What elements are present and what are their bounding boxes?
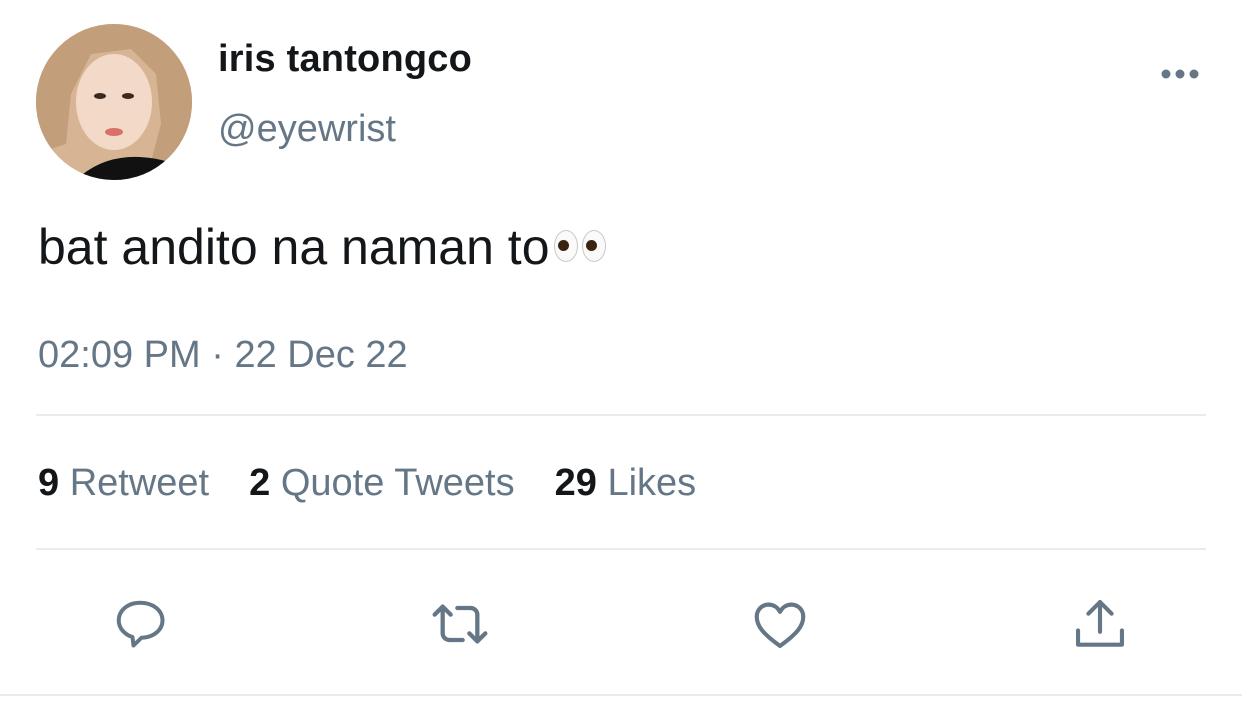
tweet-text: bat andito na naman to xyxy=(38,218,606,276)
reply-icon xyxy=(116,600,165,648)
tweet-stats: 9 Retweet 2 Quote Tweets 29 Likes xyxy=(38,462,736,505)
tweet-time: 02:09 PM xyxy=(38,334,201,376)
tweet-timestamp[interactable]: 02:09 PM · 22 Dec 22 xyxy=(38,334,408,377)
tweet-text-body: bat andito na naman to xyxy=(38,219,550,275)
like-icon xyxy=(754,602,806,649)
quote-tweets-link[interactable]: 2 Quote Tweets xyxy=(249,462,514,505)
likes-link[interactable]: 29 Likes xyxy=(555,462,697,505)
share-button[interactable] xyxy=(1068,592,1132,656)
retweet-icon xyxy=(432,604,488,644)
divider xyxy=(0,694,1242,696)
tweet-date: 22 Dec 22 xyxy=(234,334,408,376)
share-icon xyxy=(1075,599,1125,647)
retweet-label: Retweet xyxy=(69,462,210,504)
like-button[interactable] xyxy=(748,592,812,656)
timestamp-separator: · xyxy=(211,334,224,376)
eyes-emoji-icon xyxy=(553,230,606,262)
quote-tweets-label: Quote Tweets xyxy=(280,462,515,504)
reply-button[interactable] xyxy=(108,592,172,656)
more-options-button[interactable] xyxy=(1152,56,1208,92)
author-handle[interactable]: @eyewrist xyxy=(218,108,396,151)
more-icon xyxy=(1161,69,1199,79)
retweet-button[interactable] xyxy=(428,592,492,656)
author-display-name[interactable]: iris tantongco xyxy=(218,38,472,81)
avatar[interactable] xyxy=(36,24,192,180)
retweet-count-link[interactable]: 9 Retweet xyxy=(38,462,209,505)
likes-label: Likes xyxy=(607,462,697,504)
quote-tweets-count: 2 xyxy=(249,462,271,504)
retweet-count: 9 xyxy=(38,462,60,504)
divider xyxy=(36,414,1206,416)
likes-count: 29 xyxy=(554,462,597,504)
divider xyxy=(36,548,1206,550)
